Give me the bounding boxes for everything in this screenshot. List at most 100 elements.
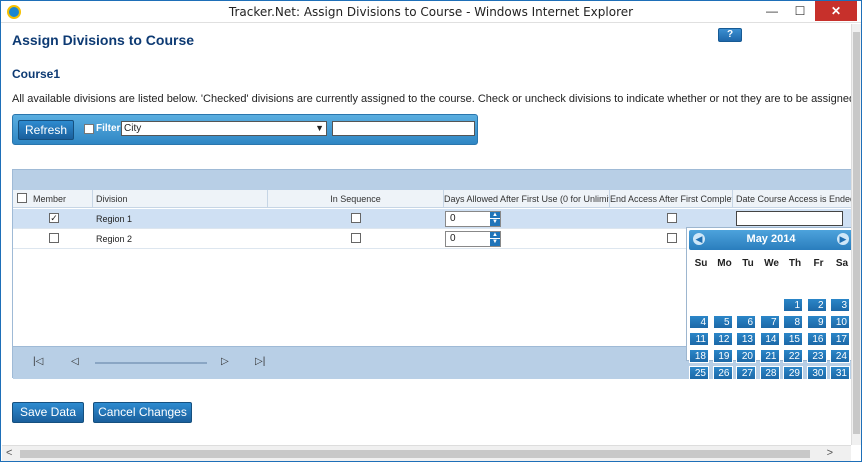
end-access-checkbox[interactable] bbox=[667, 233, 677, 243]
vertical-scrollbar[interactable] bbox=[851, 24, 861, 445]
member-checkbox[interactable]: ✓ bbox=[49, 213, 59, 223]
table-row[interactable]: ✓ Region 1 0 ▲ ▼ bbox=[13, 209, 851, 229]
chevron-down-icon: ▼ bbox=[315, 123, 324, 133]
window-title: Tracker.Net: Assign Divisions to Course … bbox=[228, 5, 634, 19]
filter-field-value: City bbox=[124, 123, 142, 134]
filter-field-select[interactable]: City ▼ bbox=[121, 121, 327, 136]
calendar-day[interactable]: 28 bbox=[759, 366, 780, 380]
calendar-day[interactable]: 9 bbox=[806, 315, 827, 329]
calendar-day[interactable]: 8 bbox=[783, 315, 803, 329]
column-header-member[interactable]: Member bbox=[13, 190, 93, 208]
scroll-thumb[interactable] bbox=[20, 450, 810, 458]
calendar-day[interactable]: 11 bbox=[689, 332, 709, 346]
page-slider[interactable] bbox=[95, 362, 207, 364]
column-header-end-access[interactable]: End Access After First Completion bbox=[610, 190, 733, 208]
arrow-down-icon[interactable]: ▼ bbox=[490, 219, 500, 226]
next-page-icon[interactable]: ▷ bbox=[221, 356, 229, 367]
filter-label: Filter bbox=[96, 123, 121, 134]
first-page-icon[interactable]: |◁ bbox=[33, 356, 43, 367]
in-sequence-checkbox[interactable] bbox=[351, 213, 361, 223]
calendar-day[interactable]: 13 bbox=[736, 332, 756, 346]
save-data-button[interactable]: Save Data bbox=[12, 402, 84, 423]
chevron-right-icon[interactable]: ▶ bbox=[837, 233, 849, 245]
calendar-day[interactable]: 6 bbox=[736, 315, 756, 329]
previous-page-icon[interactable]: ◁ bbox=[71, 356, 79, 367]
datepicker-popup: ◀ May 2014 ▶ Su Mo Tu We Th Fr Sa 1 2 3 4 5 6 7 8 9 10 11… bbox=[686, 227, 851, 380]
select-all-checkbox[interactable] bbox=[17, 193, 27, 203]
calendar-day[interactable]: 15 bbox=[783, 332, 803, 346]
division-name: Region 2 bbox=[96, 234, 133, 244]
days-allowed-stepper[interactable]: 0 ▲ ▼ bbox=[445, 231, 501, 247]
browser-window: Tracker.Net: Assign Divisions to Course … bbox=[0, 0, 862, 462]
weekday-label: Fr bbox=[813, 258, 824, 269]
calendar-day[interactable]: 16 bbox=[806, 332, 827, 346]
filter-bar: Refresh Filter City ▼ bbox=[12, 114, 478, 145]
calendar-day[interactable]: 29 bbox=[783, 366, 803, 380]
calendar-day[interactable]: 19 bbox=[712, 349, 733, 363]
calendar-day[interactable]: 17 bbox=[830, 332, 850, 346]
column-header-date-ended[interactable]: Date Course Access is Ended bbox=[733, 190, 851, 208]
stepper-arrows[interactable]: ▲ ▼ bbox=[490, 232, 500, 246]
calendar-day[interactable]: 31 bbox=[830, 366, 850, 380]
grid-group-strip bbox=[13, 170, 851, 190]
days-allowed-value: 0 bbox=[450, 233, 456, 244]
last-page-icon[interactable]: ▷| bbox=[255, 356, 265, 367]
close-button[interactable]: ✕ bbox=[815, 1, 857, 21]
help-button[interactable]: ? bbox=[718, 28, 742, 42]
member-checkbox[interactable] bbox=[49, 233, 59, 243]
column-header-in-sequence[interactable]: In Sequence bbox=[268, 190, 444, 208]
calendar-day[interactable]: 5 bbox=[712, 315, 733, 329]
in-sequence-checkbox[interactable] bbox=[351, 233, 361, 243]
title-bar: Tracker.Net: Assign Divisions to Course … bbox=[1, 1, 861, 23]
calendar-day[interactable]: 30 bbox=[806, 366, 827, 380]
date-access-ended-input[interactable] bbox=[736, 211, 843, 226]
arrow-down-icon[interactable]: ▼ bbox=[490, 239, 500, 246]
calendar-day[interactable]: 22 bbox=[783, 349, 803, 363]
division-name: Region 1 bbox=[96, 214, 133, 224]
calendar-day[interactable]: 27 bbox=[736, 366, 756, 380]
calendar-day[interactable]: 25 bbox=[689, 366, 709, 380]
maximize-button[interactable]: ☐ bbox=[787, 1, 813, 21]
minimize-button[interactable]: — bbox=[759, 1, 785, 21]
scroll-right-icon[interactable]: > bbox=[827, 447, 833, 459]
instructions-text: All available divisions are listed below… bbox=[12, 93, 851, 105]
calendar-day[interactable]: 14 bbox=[759, 332, 780, 346]
stepper-arrows[interactable]: ▲ ▼ bbox=[490, 212, 500, 226]
calendar-day[interactable]: 1 bbox=[783, 298, 803, 312]
course-name: Course1 bbox=[12, 67, 61, 81]
grid-header: Member Division In Sequence Days Allowed… bbox=[13, 190, 851, 208]
calendar-day[interactable]: 18 bbox=[689, 349, 709, 363]
calendar-day[interactable]: 24 bbox=[830, 349, 850, 363]
column-label-member: Member bbox=[33, 194, 67, 204]
weekday-label: Tu bbox=[742, 258, 754, 269]
scroll-thumb[interactable] bbox=[853, 32, 860, 434]
refresh-button[interactable]: Refresh bbox=[18, 120, 74, 140]
arrow-up-icon[interactable]: ▲ bbox=[490, 212, 500, 219]
calendar-day[interactable]: 20 bbox=[736, 349, 756, 363]
horizontal-scrollbar[interactable]: < > bbox=[2, 445, 851, 461]
weekday-label: Mo bbox=[717, 258, 732, 269]
calendar-day[interactable]: 23 bbox=[806, 349, 827, 363]
scroll-left-icon[interactable]: < bbox=[6, 447, 12, 459]
weekday-label: Su bbox=[694, 258, 708, 269]
calendar-day[interactable]: 4 bbox=[689, 315, 709, 329]
weekday-label: Sa bbox=[835, 258, 849, 269]
days-allowed-stepper[interactable]: 0 ▲ ▼ bbox=[445, 211, 501, 227]
calendar-day[interactable]: 3 bbox=[830, 298, 850, 312]
column-header-division[interactable]: Division bbox=[93, 190, 268, 208]
calendar-day[interactable]: 26 bbox=[712, 366, 733, 380]
arrow-up-icon[interactable]: ▲ bbox=[490, 232, 500, 239]
filter-text-input[interactable] bbox=[332, 121, 475, 136]
cancel-changes-button[interactable]: Cancel Changes bbox=[93, 402, 192, 423]
filter-checkbox[interactable] bbox=[84, 124, 94, 134]
calendar-day[interactable]: 12 bbox=[712, 332, 733, 346]
weekday-label: Th bbox=[788, 258, 802, 269]
calendar-day[interactable]: 21 bbox=[759, 349, 780, 363]
end-access-checkbox[interactable] bbox=[667, 213, 677, 223]
calendar-day[interactable]: 2 bbox=[806, 298, 827, 312]
calendar-day[interactable]: 10 bbox=[830, 315, 850, 329]
calendar-day[interactable]: 7 bbox=[759, 315, 780, 329]
column-header-days-allowed[interactable]: Days Allowed After First Use (0 for Unli… bbox=[444, 190, 610, 208]
page-title: Assign Divisions to Course bbox=[12, 32, 195, 48]
weekday-label: We bbox=[764, 258, 779, 269]
